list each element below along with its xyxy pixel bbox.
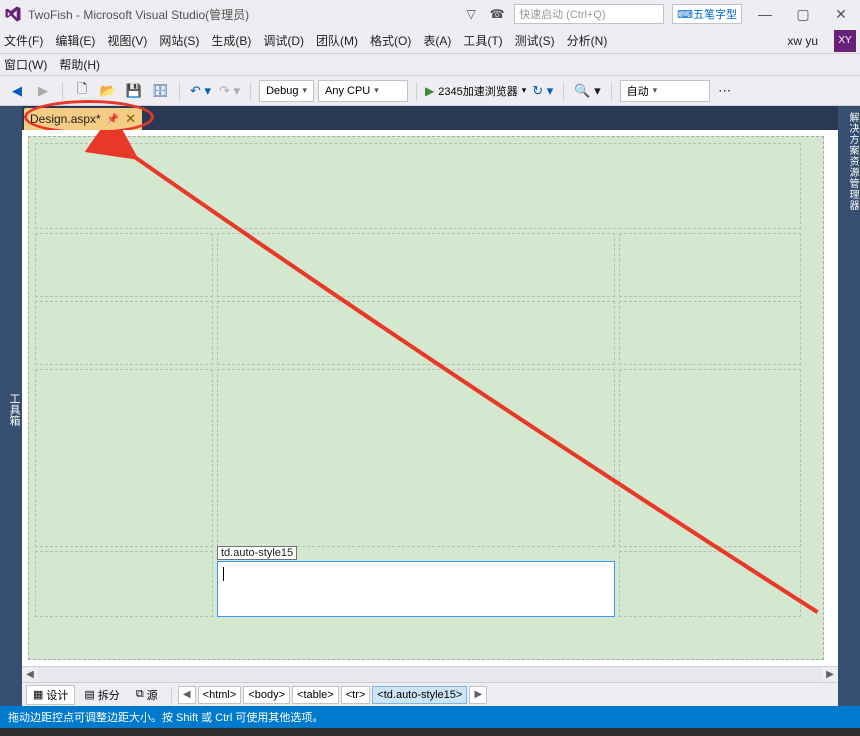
redo-button[interactable]: ↷ ▾ (217, 80, 242, 102)
menu-help[interactable]: 帮助(H) (59, 56, 100, 73)
window-title: TwoFish - Microsoft Visual Studio(管理员) (28, 6, 462, 23)
toolbox-panel-tab[interactable]: 工具箱 (0, 106, 22, 706)
split-view-button[interactable]: ▤ 拆分 (77, 685, 126, 705)
save-button[interactable]: 💾 (123, 80, 145, 102)
menu-format[interactable]: 格式(O) (370, 32, 411, 49)
table-cell[interactable] (35, 369, 213, 547)
document-tab-label: Design.aspx* (30, 112, 101, 126)
table-cell[interactable] (35, 143, 801, 229)
table-cell[interactable] (619, 233, 801, 297)
menu-test[interactable]: 测试(S) (515, 32, 555, 49)
solution-platform-combo[interactable]: Any CPU▾ (318, 80, 408, 102)
breadcrumb-next-icon[interactable]: ▶ (469, 686, 487, 704)
menu-website[interactable]: 网站(S) (159, 32, 199, 49)
solution-config-combo[interactable]: Debug▾ (259, 80, 314, 102)
table-cell[interactable] (619, 369, 801, 547)
nav-forward-button[interactable]: ▶ (32, 80, 54, 102)
main-toolbar: ◀ ▶ 🗋 📂 💾 🗄 ↶ ▾ ↷ ▾ Debug▾ Any CPU▾ ▶234… (0, 76, 860, 106)
menu-build[interactable]: 生成(B) (211, 32, 251, 49)
feedback-icon[interactable]: ☎ (488, 5, 506, 23)
new-style-combo[interactable]: 自动▾ (620, 80, 710, 102)
quick-launch-input[interactable]: 快速启动 (Ctrl+Q) (514, 4, 664, 24)
toolbar-overflow-icon[interactable]: ⋯ (714, 80, 736, 102)
breadcrumb-body[interactable]: <body> (243, 686, 290, 704)
menu-tools[interactable]: 工具(T) (463, 32, 502, 49)
user-badge[interactable]: XY (834, 30, 856, 52)
menu-debug[interactable]: 调试(D) (263, 32, 304, 49)
text-cursor (223, 567, 224, 581)
minimize-button[interactable]: — (750, 3, 780, 25)
right-panel-tabs: 解决方案资源管理器 团队资源管理器 诊断工具 属性 (838, 106, 860, 706)
breadcrumb-td[interactable]: <td.auto-style15> (372, 686, 467, 704)
table-cell[interactable] (217, 233, 615, 297)
save-all-button[interactable]: 🗄 (149, 80, 171, 102)
table-cell[interactable] (619, 301, 801, 365)
table-cell[interactable] (217, 369, 615, 547)
breadcrumb-table[interactable]: <table> (292, 686, 339, 704)
menu-bar-2: 窗口(W) 帮助(H) (0, 54, 860, 76)
new-project-button[interactable]: 🗋 (71, 80, 93, 102)
scroll-track[interactable] (38, 667, 822, 683)
menu-window[interactable]: 窗口(W) (4, 56, 47, 73)
signed-in-user[interactable]: xw yu (787, 34, 818, 48)
notifications-icon[interactable]: ▽ (462, 5, 480, 23)
pin-icon[interactable]: 📌 (107, 114, 119, 125)
selected-table-cell[interactable] (217, 561, 615, 617)
ime-badge[interactable]: ⌨五笔字型 (672, 4, 742, 24)
title-bar: TwoFish - Microsoft Visual Studio(管理员) ▽… (0, 0, 860, 28)
table-cell[interactable] (35, 233, 213, 297)
nav-back-button[interactable]: ◀ (6, 80, 28, 102)
menu-file[interactable]: 文件(F) (4, 32, 43, 49)
document-well: 工具箱 Design.aspx* 📌 ✕ (0, 106, 860, 706)
horizontal-scrollbar[interactable]: ◀ ▶ (22, 666, 838, 682)
menu-analyze[interactable]: 分析(N) (567, 32, 608, 49)
view-switcher-bar: ▦ 设计 ▤ 拆分 ⧉ 源 ◀ <html> <body> <table> <t… (22, 682, 838, 706)
breadcrumb-tr[interactable]: <tr> (341, 686, 371, 704)
close-tab-icon[interactable]: ✕ (125, 111, 136, 127)
menu-bar: 文件(F) 编辑(E) 视图(V) 网站(S) 生成(B) 调试(D) 团队(M… (0, 28, 860, 54)
designer-surface[interactable]: td.auto-style15 (22, 130, 838, 666)
document-tab[interactable]: Design.aspx* 📌 ✕ (24, 108, 142, 130)
close-button[interactable]: ✕ (826, 3, 856, 25)
menu-table[interactable]: 表(A) (423, 32, 451, 49)
design-view-button[interactable]: ▦ 设计 (26, 685, 75, 705)
maximize-button[interactable]: ▢ (788, 3, 818, 25)
table-cell[interactable] (619, 551, 801, 617)
tab-strip: Design.aspx* 📌 ✕ (22, 106, 838, 130)
find-in-files-button[interactable]: 🔍 ▾ (572, 80, 602, 102)
undo-button[interactable]: ↶ ▾ (188, 80, 213, 102)
table-cell[interactable] (217, 301, 615, 365)
breadcrumb-prev-icon[interactable]: ◀ (178, 686, 196, 704)
status-bar: 拖动边距控点可调整边距大小。按 Shift 或 Ctrl 可使用其他选项。 (0, 706, 860, 728)
source-view-button[interactable]: ⧉ 源 (129, 685, 165, 705)
menu-view[interactable]: 视图(V) (107, 32, 147, 49)
editor-area: Design.aspx* 📌 ✕ td.auto-s (22, 106, 838, 706)
open-file-button[interactable]: 📂 (97, 80, 119, 102)
vs-logo-icon (4, 5, 22, 23)
selection-tag-label: td.auto-style15 (217, 546, 297, 560)
table-cell[interactable] (35, 551, 213, 617)
menu-team[interactable]: 团队(M) (316, 32, 358, 49)
solution-explorer-tab[interactable]: 解决方案资源管理器 (845, 112, 860, 706)
design-canvas[interactable]: td.auto-style15 (28, 136, 824, 660)
table-cell[interactable] (35, 301, 213, 365)
browser-link-button[interactable]: ↻ ▾ (530, 80, 555, 102)
scroll-left-icon[interactable]: ◀ (22, 667, 38, 683)
status-text: 拖动边距控点可调整边距大小。按 Shift 或 Ctrl 可使用其他选项。 (8, 709, 323, 725)
breadcrumb-html[interactable]: <html> (198, 686, 242, 704)
menu-edit[interactable]: 编辑(E) (55, 32, 95, 49)
start-debug-button[interactable]: ▶2345加速浏览器 ▾ (425, 80, 526, 102)
